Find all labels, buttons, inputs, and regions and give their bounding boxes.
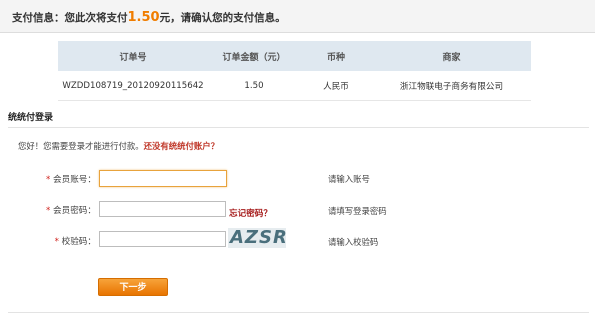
order-table-header: 订单号 订单金额（元） 币种 商家 <box>58 41 531 71</box>
merchant-cell: 浙江物联电子商务有限公司 <box>399 81 504 92</box>
captcha-input[interactable] <box>99 231 226 247</box>
payment-info-header: 支付信息：您此次将支付1.50元，请确认您的支付信息。 <box>0 0 595 33</box>
next-step-button[interactable]: 下一步 <box>98 278 168 296</box>
order-number-cell: WZDD108719_20120920115642 <box>62 80 204 91</box>
payment-info-prefix: 支付信息：您此次将支付 <box>12 12 128 24</box>
captcha-hint: 请输入校验码 <box>328 237 379 247</box>
required-mark: * <box>45 206 51 216</box>
captcha-image[interactable]: AZSR <box>228 228 286 248</box>
payment-amount: 1.50 <box>127 10 160 25</box>
required-mark: * <box>45 175 51 185</box>
greeting-text: 您好！您需要登录才能进行付款。 <box>18 141 144 151</box>
required-mark: * <box>54 237 59 247</box>
login-section-title: 统统付登录 <box>8 113 54 123</box>
register-link[interactable]: 还没有统统付账户？ <box>144 141 219 151</box>
captcha-label: * 校验码： <box>30 235 96 247</box>
order-table: 订单号 订单金额（元） 币种 商家 WZDD108719_20120920115… <box>58 41 531 101</box>
section-divider <box>8 127 589 128</box>
account-label-text: 会员账号： <box>53 175 96 185</box>
column-order-amount: 订单金额（元） <box>208 41 300 71</box>
captcha-image-text: AZSR <box>230 228 286 248</box>
forgot-password-link[interactable]: 忘记密码？ <box>229 207 272 219</box>
password-input[interactable] <box>99 201 226 217</box>
account-hint: 请输入账号 <box>328 174 370 184</box>
currency-cell: 人民币 <box>323 81 349 92</box>
column-order-number: 订单号 <box>58 41 208 71</box>
column-currency: 币种 <box>300 41 372 71</box>
column-merchant: 商家 <box>372 41 531 71</box>
payment-info-suffix: 元，请确认您的支付信息。 <box>159 12 286 24</box>
password-hint: 请填写登录密码 <box>328 206 387 216</box>
order-amount-cell: 1.50 <box>244 80 264 91</box>
bottom-divider <box>8 312 589 313</box>
table-row: WZDD108719_20120920115642 1.50 人民币 浙江物联电… <box>58 71 531 101</box>
account-input[interactable] <box>99 170 227 187</box>
password-label: * 会员密码： <box>30 204 96 216</box>
payment-info-text: 支付信息：您此次将支付1.50元，请确认您的支付信息。 <box>12 10 286 25</box>
captcha-label-text: 校验码： <box>61 237 96 247</box>
password-label-text: 会员密码： <box>53 206 96 216</box>
login-greeting: 您好！您需要登录才能进行付款。还没有统统付账户？ <box>18 140 219 152</box>
account-label: * 会员账号： <box>30 173 96 185</box>
